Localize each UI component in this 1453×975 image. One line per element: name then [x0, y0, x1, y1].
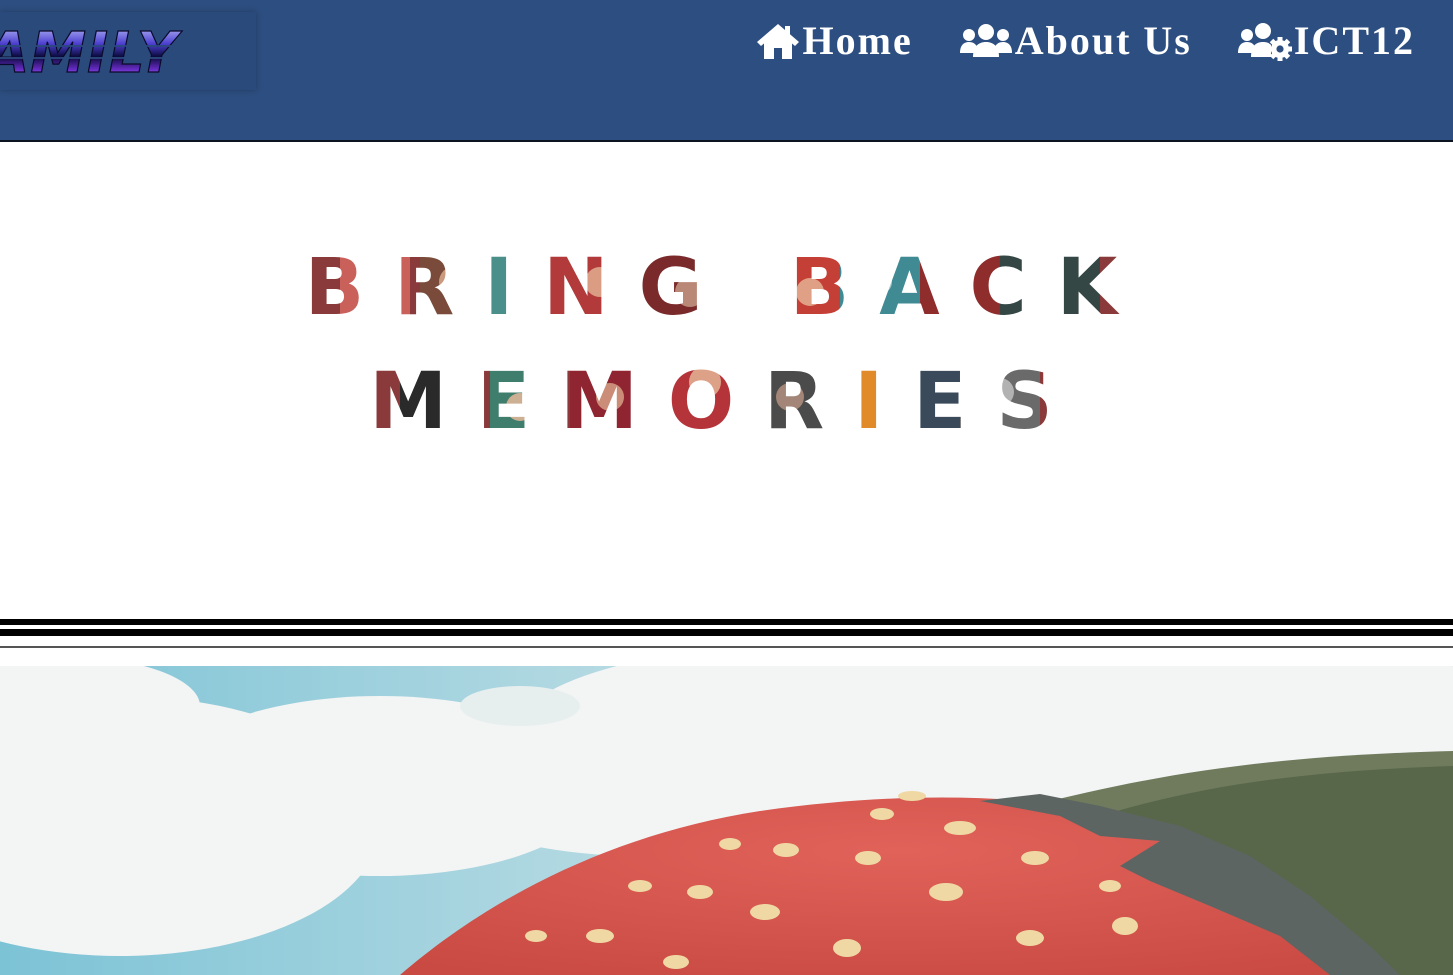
logo-text: AMILY — [0, 21, 183, 86]
users-icon — [959, 24, 1012, 57]
banner-photo — [0, 666, 1453, 975]
nav-about-us-label: About Us — [1014, 18, 1192, 63]
site-header: AMILY Home About Us ICT12 — [0, 0, 1453, 142]
site-logo[interactable]: AMILY — [0, 12, 256, 90]
users-gear-icon — [1237, 23, 1292, 61]
nav-about-us[interactable]: About Us — [959, 18, 1192, 64]
home-icon — [756, 24, 799, 59]
hero-title-line2: MEMORIES — [369, 357, 1082, 447]
divider-line — [0, 619, 1453, 625]
strawberry-photo — [0, 666, 1453, 975]
nav-ict12-label: ICT12 — [1293, 18, 1415, 63]
hero-title-line1: BRING BACK — [305, 243, 1148, 333]
divider-line — [0, 646, 1453, 648]
nav-home-label: Home — [802, 18, 913, 63]
main-nav: Home About Us ICT12 — [755, 18, 1415, 64]
page: AMILY Home About Us ICT12 BRING BACK MEM… — [0, 0, 1453, 975]
divider-line — [0, 629, 1453, 636]
logo-graphic: AMILY — [0, 20, 256, 87]
nav-ict12[interactable]: ICT12 — [1237, 18, 1415, 64]
nav-home[interactable]: Home — [755, 18, 913, 64]
hero-graphic: BRING BACK MEMORIES — [305, 243, 1148, 447]
hero-section: BRING BACK MEMORIES — [0, 142, 1453, 618]
